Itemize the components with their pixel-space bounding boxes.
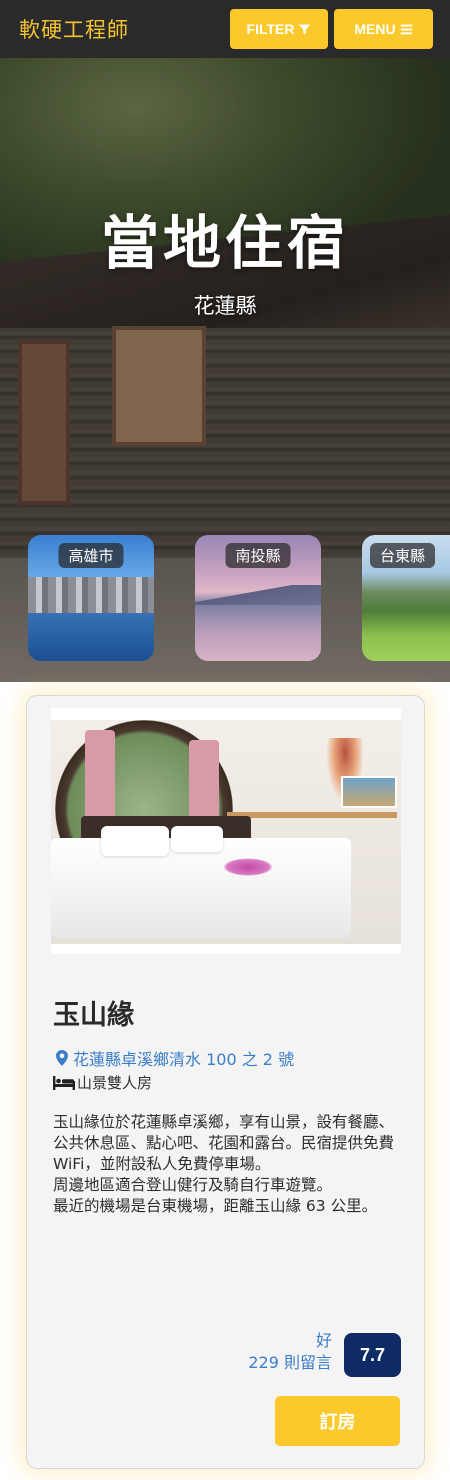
listing-photo[interactable] xyxy=(51,708,401,954)
review-count: 229 則留言 xyxy=(248,1353,332,1372)
map-marker-icon xyxy=(56,1050,68,1066)
photo-flower-petals xyxy=(223,858,273,876)
description-paragraph: 周邊地區適合登山健行及騎自行車遊覽。 xyxy=(53,1176,333,1194)
navbar: 軟硬工程師 FILTER MENU xyxy=(0,0,450,58)
region-label: 南投縣 xyxy=(225,543,291,568)
photo-bed xyxy=(51,838,351,938)
brand-logo[interactable]: 軟硬工程師 xyxy=(19,14,230,44)
listing-card: 玉山緣 花蓮縣卓溪鄉清水 100 之 2 號 山景雙人房 玉山緣位於花蓮縣卓溪鄉… xyxy=(26,695,425,1469)
photo-shelf xyxy=(227,812,397,818)
hero-subtitle: 花蓮縣 xyxy=(193,294,257,318)
filter-icon xyxy=(299,24,311,34)
score-badge: 7.7 xyxy=(344,1333,401,1377)
region-label: 台東縣 xyxy=(370,543,436,568)
filter-button[interactable]: FILTER xyxy=(230,9,328,49)
bed-icon xyxy=(53,1075,75,1090)
photo-pillow xyxy=(171,826,223,852)
menu-button-label: MENU xyxy=(354,21,396,37)
hamburger-icon xyxy=(400,24,412,34)
description-paragraph: 最近的機場是台東機場，距離玉山緣 63 公里。 xyxy=(53,1197,378,1215)
region-label: 高雄市 xyxy=(58,543,124,568)
rating-word: 好 xyxy=(315,1331,332,1350)
hero-title: 當地住宿 xyxy=(100,209,349,277)
description-paragraph: 玉山緣位於花蓮縣卓溪鄉，享有山景，設有餐廳、公共休息區、點心吧、花園和露台。民宿… xyxy=(53,1113,395,1173)
book-button[interactable]: 訂房 xyxy=(275,1396,400,1446)
region-card-nantou[interactable]: 南投縣 xyxy=(195,535,321,661)
room-type-text: 山景雙人房 xyxy=(77,1074,153,1092)
region-card-taitung[interactable]: 台東縣 xyxy=(362,535,450,661)
address-text: 花蓮縣卓溪鄉清水 100 之 2 號 xyxy=(73,1050,295,1069)
listing-room-type: 山景雙人房 xyxy=(53,1072,152,1093)
hero-banner: 當地住宿 花蓮縣 高雄市 南投縣 台東縣 xyxy=(0,58,450,682)
listing-description: 玉山緣位於花蓮縣卓溪鄉，享有山景，設有餐廳、公共休息區、點心吧、花園和露台。民宿… xyxy=(53,1112,398,1217)
listing-address[interactable]: 花蓮縣卓溪鄉清水 100 之 2 號 xyxy=(55,1046,294,1070)
rating-summary[interactable]: 好 229 則留言 xyxy=(248,1330,332,1374)
menu-button[interactable]: MENU xyxy=(334,9,433,49)
filter-button-label: FILTER xyxy=(246,21,295,37)
photo-pillow xyxy=(101,826,169,856)
listing-title: 玉山緣 xyxy=(53,1000,134,1031)
region-card-kaohsiung[interactable]: 高雄市 xyxy=(28,535,154,661)
photo-painting xyxy=(341,776,397,808)
